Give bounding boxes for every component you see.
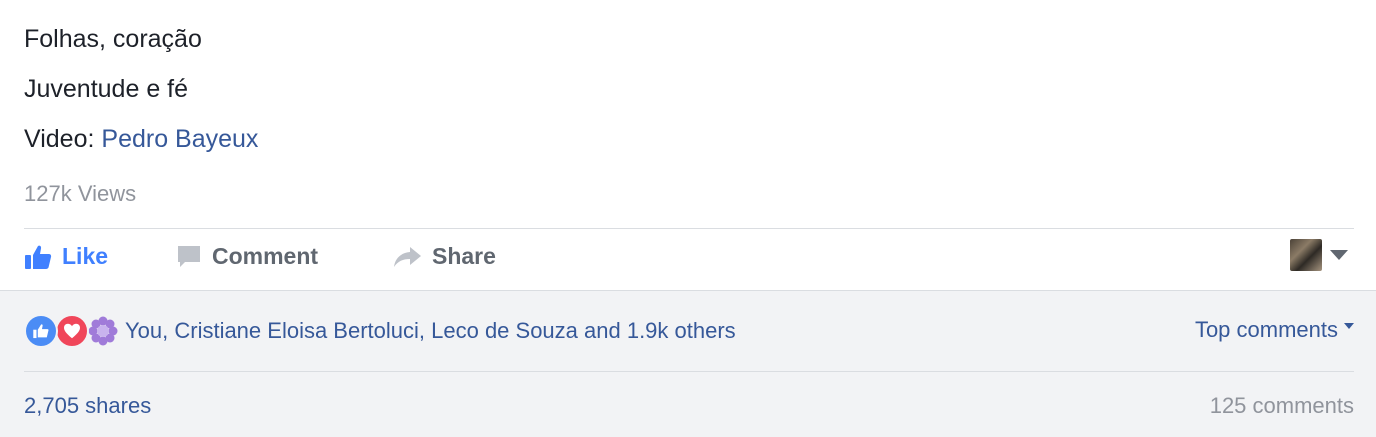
comment-button[interactable]: Comment — [176, 243, 318, 270]
reactions-summary-link[interactable]: You, Cristiane Eloisa Bertoluci, Leco de… — [125, 318, 736, 344]
dropdown-arrow-icon — [1344, 323, 1354, 329]
view-count: 127k Views — [24, 181, 137, 206]
reactions-row: You, Cristiane Eloisa Bertoluci, Leco de… — [24, 313, 1354, 349]
feedback-section: You, Cristiane Eloisa Bertoluci, Leco de… — [0, 290, 1376, 437]
caret-down-icon — [1330, 250, 1348, 260]
action-bar: Like Comment Share — [0, 230, 1376, 290]
share-label: Share — [432, 243, 496, 269]
like-label: Like — [62, 243, 109, 269]
top-comments-dropdown[interactable]: Top comments — [1195, 317, 1354, 343]
share-arrow-icon — [394, 246, 421, 267]
post-line-2: Juventude e fé — [24, 75, 189, 103]
flower-reaction-icon — [86, 314, 120, 348]
share-button[interactable]: Share — [392, 243, 496, 270]
avatar — [1290, 239, 1322, 271]
video-label: Video: — [24, 125, 102, 153]
comment-icon — [178, 245, 200, 267]
top-comments-label: Top comments — [1194, 317, 1338, 342]
reaction-icons[interactable] — [24, 314, 120, 348]
comments-count-link[interactable]: 125 comments — [1210, 393, 1354, 419]
like-button[interactable]: Like — [24, 243, 108, 270]
divider — [24, 228, 1354, 229]
comment-label: Comment — [212, 243, 319, 269]
post-line-3: Video: Pedro Bayeux — [24, 114, 258, 164]
like-reaction-icon — [24, 314, 58, 348]
post-line-1: Folhas, coração — [24, 25, 202, 53]
shares-count-link[interactable]: 2,705 shares — [24, 393, 151, 419]
post-text: Folhas, coração Juventude e fé Video: Pe… — [24, 14, 258, 164]
love-reaction-icon — [55, 314, 89, 348]
video-author-link[interactable]: Pedro Bayeux — [101, 125, 258, 153]
thumbs-up-icon — [25, 245, 52, 269]
divider — [24, 371, 1354, 372]
audience-selector[interactable] — [1290, 239, 1348, 271]
